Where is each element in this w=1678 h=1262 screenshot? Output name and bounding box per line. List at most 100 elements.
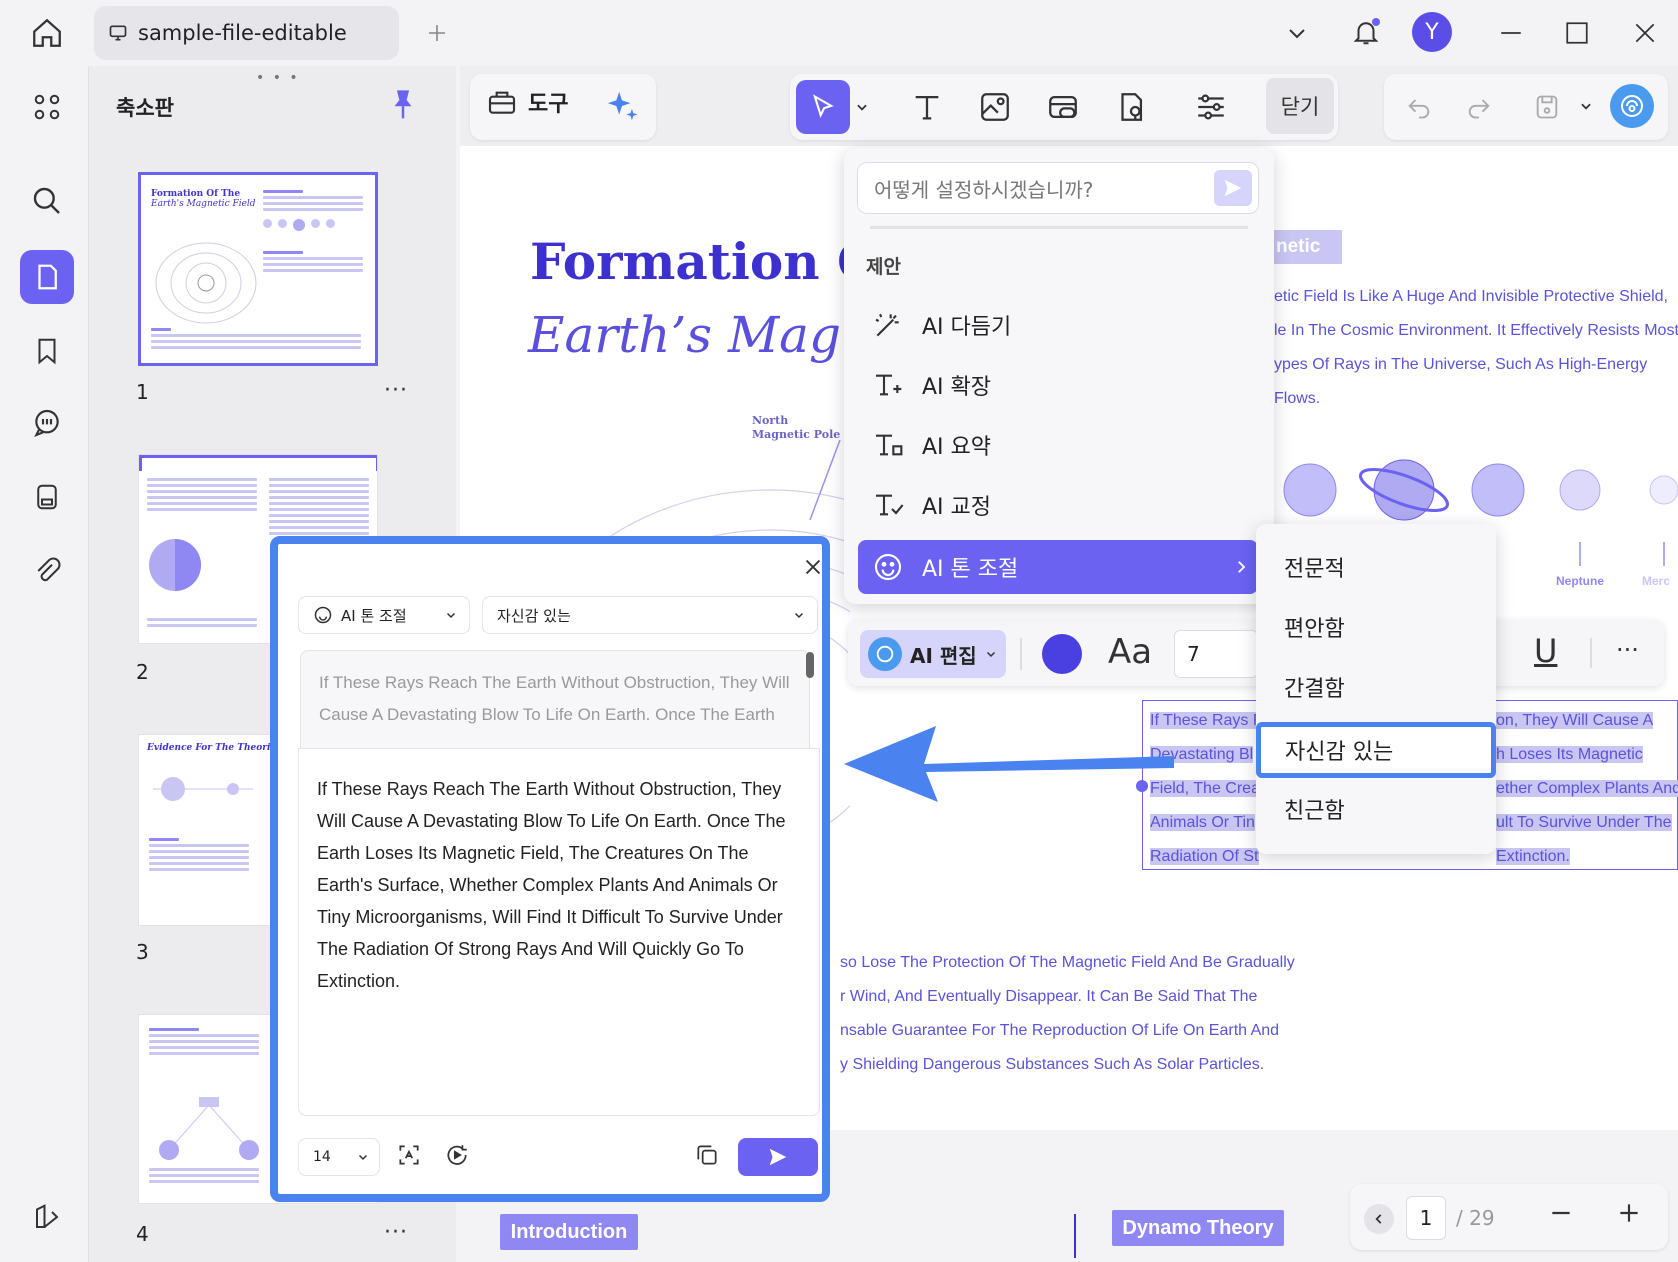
maximize-icon[interactable] [1560, 16, 1594, 50]
tone-option-concise[interactable]: 간결함 [1256, 660, 1496, 714]
thumbnail-page-number: 3 [136, 940, 149, 964]
chevron-down-icon[interactable] [1280, 16, 1314, 50]
search-icon[interactable] [20, 174, 74, 228]
tone-dropdown[interactable]: 자신감 있는 [482, 596, 818, 634]
section-heading-tag: netic [1272, 230, 1342, 264]
paragraph-1: etic Field Is Like A Huge And Invisible … [1274, 280, 1678, 416]
home-icon[interactable] [26, 12, 68, 54]
original-text: If These Rays Reach The Earth Without Ob… [300, 650, 810, 748]
tone-option-casual[interactable]: 편안함 [1256, 600, 1496, 654]
thumbnail-field-diagram [155, 242, 257, 324]
ai-expand-item[interactable]: AI 확장 [858, 358, 1258, 412]
ai-sparkle-icon[interactable] [602, 86, 642, 126]
user-avatar[interactable]: Y [1412, 12, 1452, 52]
pin-icon[interactable] [388, 88, 418, 122]
paragraph-1-line: ypes Of Rays in The Universe, Such As Hi… [1274, 356, 1648, 373]
text-check-icon [872, 489, 904, 521]
font-size-input[interactable]: 7 [1174, 630, 1258, 678]
bookmark-icon[interactable] [20, 324, 74, 378]
ai-prompt-input[interactable]: 어떻게 설정하시겠습니까? [857, 162, 1259, 214]
divider [870, 226, 1248, 229]
regenerate-icon[interactable] [444, 1142, 474, 1172]
ai-proofread-item[interactable]: AI 교정 [858, 478, 1258, 532]
planet-label: Neptune [1556, 574, 1604, 588]
notification-bell-icon[interactable] [1346, 12, 1386, 52]
zoom-out-icon[interactable] [1548, 1200, 1578, 1230]
thumbnail-more-button[interactable]: ··· [384, 378, 408, 403]
ai-mode-dropdown[interactable]: AI 톤 조절 [298, 596, 470, 634]
chevron-right-icon [1232, 558, 1250, 576]
close-icon[interactable] [802, 556, 828, 582]
redo-icon[interactable] [1460, 88, 1498, 126]
minimize-icon[interactable] [1494, 16, 1528, 50]
ai-polish-item[interactable]: AI 다듬기 [858, 298, 1258, 352]
select-tool-button[interactable] [796, 80, 850, 134]
text-summarize-icon [872, 429, 904, 461]
ai-edit-icon [868, 637, 902, 671]
font-family-button[interactable]: Aa [1108, 632, 1152, 672]
tools-label: 도구 [528, 92, 569, 117]
send-button[interactable] [738, 1138, 818, 1176]
selected-line: ether Complex Plants And [1496, 780, 1678, 797]
ai-result-text[interactable]: If These Rays Reach The Earth Without Ob… [298, 748, 820, 1116]
thumbnail-page-number: 1 [136, 380, 149, 404]
drag-handle[interactable]: • • • [256, 70, 300, 86]
text-expand-icon [872, 369, 904, 401]
pages-icon[interactable] [20, 250, 74, 304]
planet-label: Merc [1642, 574, 1671, 588]
send-icon [769, 1148, 787, 1166]
text-tool-icon[interactable] [906, 86, 948, 128]
close-edit-button[interactable]: 닫기 [1266, 78, 1334, 134]
scrollbar-thumb[interactable] [806, 652, 814, 678]
apps-grid-icon[interactable] [20, 80, 74, 134]
page-number-input[interactable]: 1 [1406, 1196, 1446, 1240]
selected-line: Extinction. [1496, 848, 1570, 865]
ai-tone-label: AI 톤 조절 [922, 557, 1019, 582]
thumbnail-panel-title: 축소판 [116, 96, 174, 120]
ai-assistant-icon[interactable] [1610, 84, 1654, 128]
document-tab-title: sample-file-editable [138, 21, 347, 45]
save-chevron-icon[interactable] [1576, 94, 1596, 118]
tone-option-professional[interactable]: 전문적 [1256, 540, 1496, 594]
tools-button[interactable]: 도구 [486, 86, 568, 118]
smiley-icon [872, 551, 904, 583]
paragraph-2-line: nsable Guarantee For The Reproduction Of… [840, 1022, 1280, 1039]
tone-dropdown-label: 자신감 있는 [497, 606, 571, 625]
ai-edit-button[interactable]: AI 편집 [860, 630, 1006, 678]
image-tool-icon[interactable] [974, 86, 1016, 128]
document-tab[interactable]: sample-file-editable [94, 6, 399, 60]
more-options-button[interactable]: ··· [1616, 636, 1639, 664]
ai-prompt-placeholder: 어떻게 설정하시겠습니까? [874, 177, 1094, 202]
underline-button[interactable]: U [1534, 632, 1557, 670]
tone-option-friendly[interactable]: 친근함 [1256, 782, 1496, 836]
text-color-swatch[interactable] [1042, 634, 1082, 674]
copy-icon[interactable] [694, 1142, 724, 1172]
undo-icon[interactable] [1400, 88, 1438, 126]
thumbnail-orbit-diagram [153, 777, 253, 801]
comment-icon[interactable] [20, 396, 74, 450]
font-size-label: 14 [313, 1149, 331, 1165]
tone-option-confident[interactable]: 자신감 있는 [1256, 722, 1496, 778]
chevron-down-icon [793, 609, 805, 621]
form-icon[interactable] [20, 470, 74, 524]
ai-tone-item[interactable]: AI 톤 조절 [858, 540, 1258, 594]
zoom-in-icon[interactable] [1616, 1200, 1646, 1230]
select-tool-chevron-icon[interactable] [852, 92, 872, 122]
adjust-icon[interactable] [1190, 86, 1232, 128]
replace-icon[interactable] [396, 1142, 426, 1172]
thumbnail-page-1[interactable]: Formation Of The Earth's Magnetic Field [138, 172, 378, 366]
thumbnail-more-button[interactable]: ··· [384, 1220, 408, 1245]
stamp-tool-icon[interactable] [1110, 86, 1152, 128]
save-icon[interactable] [1528, 88, 1566, 126]
layers-icon[interactable] [20, 1190, 74, 1244]
font-size-dropdown[interactable]: 14 [298, 1138, 380, 1176]
previous-page-icon[interactable] [1364, 1204, 1394, 1234]
north-pole-label-line1: North [752, 414, 789, 427]
divider [1590, 638, 1592, 668]
attachment-icon[interactable] [20, 544, 74, 598]
ai-prompt-send-icon[interactable] [1214, 170, 1252, 206]
ai-summarize-item[interactable]: AI 요약 [858, 418, 1258, 472]
close-window-icon[interactable] [1628, 16, 1662, 50]
link-tool-icon[interactable] [1042, 86, 1084, 128]
add-tab-icon[interactable] [420, 16, 454, 50]
